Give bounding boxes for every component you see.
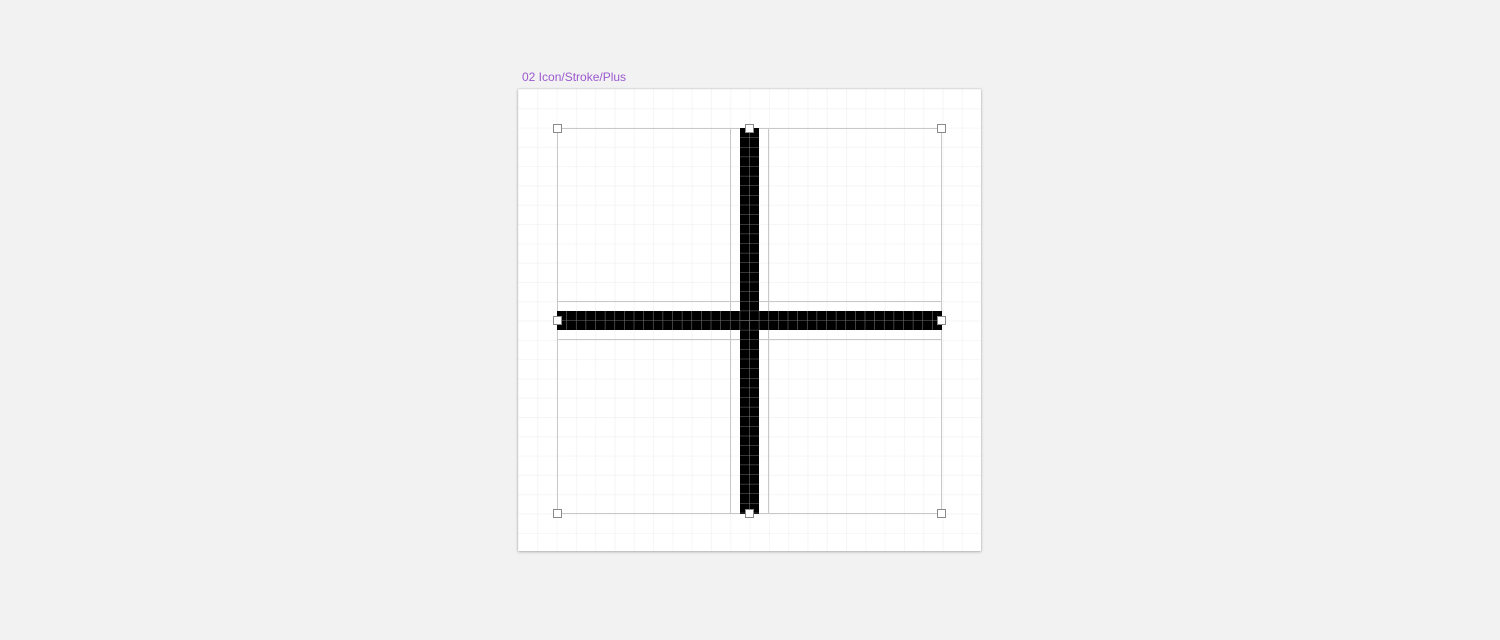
design-canvas[interactable]: 02 Icon/Stroke/Plus	[0, 0, 1500, 640]
pixel-grid-overlay	[557, 128, 942, 514]
handle-middle-right[interactable]	[937, 316, 946, 325]
handle-bottom-right[interactable]	[937, 509, 946, 518]
frame-name-label[interactable]: 02 Icon/Stroke/Plus	[522, 70, 626, 84]
handle-top-center[interactable]	[745, 124, 754, 133]
handle-bottom-center[interactable]	[745, 509, 754, 518]
handle-middle-left[interactable]	[553, 316, 562, 325]
icon-frame[interactable]	[518, 89, 981, 551]
plus-icon-artwork	[553, 124, 946, 518]
handle-top-left[interactable]	[553, 124, 562, 133]
handle-top-right[interactable]	[937, 124, 946, 133]
handle-bottom-left[interactable]	[553, 509, 562, 518]
